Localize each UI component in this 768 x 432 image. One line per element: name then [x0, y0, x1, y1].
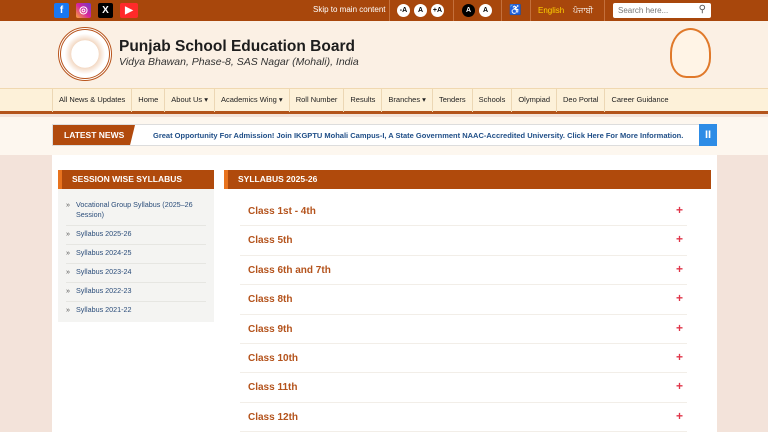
- search-input[interactable]: Search here... ⚲: [613, 3, 711, 18]
- accordion-item[interactable]: Class 10th +: [240, 344, 687, 373]
- accordion-label: Class 10th: [248, 353, 298, 364]
- nav-home[interactable]: Home: [132, 89, 165, 112]
- instagram-icon[interactable]: ◎: [76, 3, 91, 18]
- nav-roll-number[interactable]: Roll Number: [290, 89, 345, 112]
- screen-reader-icon[interactable]: ♿: [509, 5, 521, 16]
- nav-about-us[interactable]: About Us ▾: [165, 89, 215, 112]
- sidebar-item[interactable]: Syllabus 2023-24: [66, 264, 206, 283]
- font-increase-button[interactable]: +A: [431, 4, 444, 17]
- plus-icon[interactable]: +: [676, 350, 683, 364]
- nav-schools[interactable]: Schools: [473, 89, 513, 112]
- lang-punjabi[interactable]: ਪੰਜਾਬੀ: [573, 6, 593, 16]
- plus-icon[interactable]: +: [676, 291, 683, 305]
- plus-icon[interactable]: +: [676, 262, 683, 276]
- nav-olympiad[interactable]: Olympiad: [512, 89, 557, 112]
- font-decrease-button[interactable]: -A: [397, 4, 410, 17]
- accordion-item[interactable]: Class 5th +: [240, 226, 687, 255]
- site-subtitle: Vidya Bhawan, Phase-8, SAS Nagar (Mohali…: [119, 56, 359, 68]
- nav-branches[interactable]: Branches ▾: [382, 89, 433, 112]
- search-placeholder: Search here...: [618, 6, 668, 15]
- site-title: Punjab School Education Board: [119, 38, 355, 56]
- pause-button[interactable]: II: [699, 124, 717, 146]
- top-bar: f ◎ X ▶ Skip to main content -A A +A A A…: [0, 0, 768, 21]
- accordion-item[interactable]: Class 1st - 4th +: [240, 197, 687, 226]
- accordion-label: Class 8th: [248, 294, 292, 305]
- plus-icon[interactable]: +: [676, 203, 683, 217]
- youtube-icon[interactable]: ▶: [120, 3, 138, 18]
- x-icon[interactable]: X: [98, 3, 113, 18]
- dark-contrast-button[interactable]: A: [462, 4, 475, 17]
- sidebar-item[interactable]: Syllabus 2024-25: [66, 245, 206, 264]
- nav-results[interactable]: Results: [344, 89, 382, 112]
- nav-academics-wing[interactable]: Academics Wing ▾: [215, 89, 290, 112]
- accordion-label: Class 5th: [248, 235, 292, 246]
- sidebar-item[interactable]: Syllabus 2025-26: [66, 226, 206, 245]
- plus-icon[interactable]: +: [676, 321, 683, 335]
- news-link[interactable]: Great Opportunity For Admission! Join IK…: [153, 131, 683, 140]
- news-label: LATEST NEWS: [53, 125, 135, 145]
- content: SESSION WISE SYLLABUS Vocational Group S…: [52, 155, 717, 432]
- nav-deo-portal[interactable]: Deo Portal: [557, 89, 605, 112]
- syllabus-panel: SYLLABUS 2025-26 Class 1st - 4th + Class …: [224, 170, 711, 432]
- font-normal-button[interactable]: A: [414, 4, 427, 17]
- plus-icon[interactable]: +: [676, 232, 683, 246]
- facebook-icon[interactable]: f: [54, 3, 69, 18]
- government-emblem: [670, 28, 711, 78]
- nav-career-guidance[interactable]: Career Guidance: [605, 89, 674, 112]
- accordion-label: Class 9th: [248, 324, 292, 335]
- syllabus-title: SYLLABUS 2025-26: [224, 170, 711, 189]
- accordion-item[interactable]: Class 12th +: [240, 403, 687, 432]
- accordion-item[interactable]: Class 9th +: [240, 315, 687, 344]
- accordion-item[interactable]: Class 6th and 7th +: [240, 256, 687, 285]
- search-icon[interactable]: ⚲: [699, 4, 706, 15]
- header: Punjab School Education Board Vidya Bhaw…: [0, 21, 768, 88]
- accordion-label: Class 1st - 4th: [248, 206, 316, 217]
- accordion-label: Class 12th: [248, 412, 298, 423]
- plus-icon[interactable]: +: [676, 409, 683, 423]
- sidebar-title: SESSION WISE SYLLABUS: [58, 170, 214, 189]
- news-ticker: LATEST NEWS Great Opportunity For Admiss…: [52, 124, 717, 146]
- sidebar-item[interactable]: Syllabus 2022-23: [66, 283, 206, 302]
- accordion-item[interactable]: Class 11th +: [240, 373, 687, 402]
- sidebar-item[interactable]: Syllabus 2021-22: [66, 302, 206, 320]
- lang-english[interactable]: English: [538, 6, 564, 15]
- accordion-item[interactable]: Class 8th +: [240, 285, 687, 314]
- accordion-label: Class 6th and 7th: [248, 265, 331, 276]
- nav-tenders[interactable]: Tenders: [433, 89, 473, 112]
- sidebar: SESSION WISE SYLLABUS Vocational Group S…: [58, 170, 214, 322]
- news-section: LATEST NEWS Great Opportunity For Admiss…: [0, 117, 768, 155]
- main-nav: All News & Updates Home About Us ▾ Acade…: [0, 88, 768, 114]
- plus-icon[interactable]: +: [676, 379, 683, 393]
- nav-all-news[interactable]: All News & Updates: [53, 89, 132, 112]
- sidebar-item[interactable]: Vocational Group Syllabus (2025–26 Sessi…: [66, 197, 206, 226]
- accordion-label: Class 11th: [248, 382, 297, 393]
- accordion: Class 1st - 4th + Class 5th + Class 6th an…: [240, 197, 687, 432]
- light-contrast-button[interactable]: A: [479, 4, 492, 17]
- skip-link[interactable]: Skip to main content: [313, 5, 385, 14]
- pseb-logo[interactable]: [58, 27, 112, 81]
